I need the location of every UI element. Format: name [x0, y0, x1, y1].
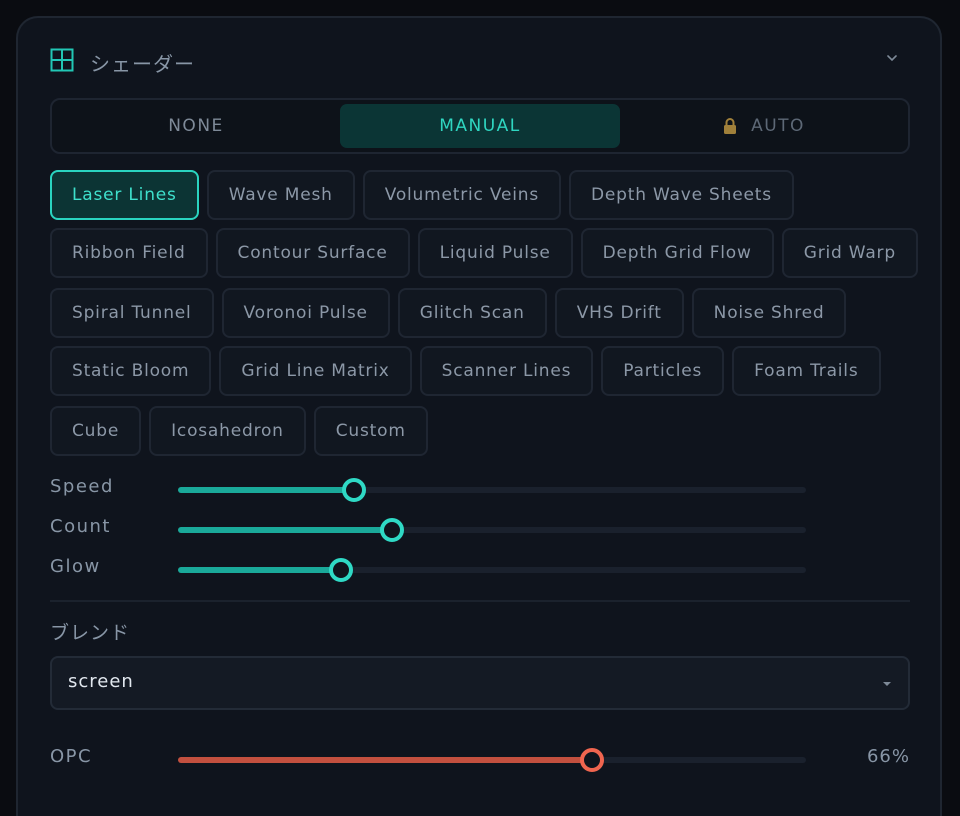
preset-chip[interactable]: Grid Warp: [781, 228, 918, 278]
preset-chip[interactable]: Scanner Lines: [419, 346, 594, 396]
speed-slider-handle[interactable]: [341, 478, 366, 502]
preset-chip[interactable]: Ribbon Field: [50, 228, 208, 278]
panel-title: シェーダー: [90, 52, 195, 76]
preset-chip[interactable]: Glitch Scan: [397, 288, 547, 338]
count-slider-track[interactable]: [178, 518, 806, 542]
glow-slider-row: Glow: [50, 554, 910, 584]
speed-slider-track[interactable]: [178, 478, 806, 502]
mode-manual-label: MANUAL: [439, 116, 521, 136]
preset-chip[interactable]: Wave Mesh: [206, 170, 355, 220]
opacity-slider-track[interactable]: [178, 748, 806, 772]
panel-header: シェーダー: [50, 46, 910, 76]
grid-icon: [50, 48, 74, 72]
mode-selector: NONE MANUAL AUTO: [50, 98, 910, 154]
opacity-label: OPC: [50, 746, 93, 767]
preset-chip[interactable]: Static Bloom: [50, 346, 212, 396]
preset-chip[interactable]: Voronoi Pulse: [221, 288, 390, 338]
preset-chip[interactable]: Liquid Pulse: [417, 228, 573, 278]
preset-row: Cube Icosahedron Custom: [50, 406, 428, 456]
mode-manual-button[interactable]: MANUAL: [340, 104, 620, 148]
count-slider-row: Count: [50, 514, 910, 544]
glow-slider-fill: [178, 567, 342, 573]
count-slider-handle[interactable]: [379, 518, 404, 542]
blend-mode-value: screen: [68, 671, 134, 692]
preset-chip[interactable]: Laser Lines: [50, 170, 199, 220]
lock-icon: [724, 118, 737, 134]
chevron-down-icon[interactable]: [884, 50, 900, 66]
mode-none-label: NONE: [168, 116, 224, 136]
mode-auto-button[interactable]: AUTO: [624, 104, 904, 148]
glow-slider-handle[interactable]: [329, 558, 354, 582]
section-divider: [50, 600, 910, 602]
glow-slider-track[interactable]: [178, 558, 806, 582]
glow-label: Glow: [50, 556, 101, 577]
speed-slider-fill: [178, 487, 354, 493]
preset-chip[interactable]: Spiral Tunnel: [50, 288, 214, 338]
preset-chip[interactable]: Depth Grid Flow: [580, 228, 774, 278]
count-slider-fill: [178, 527, 392, 533]
preset-chip[interactable]: Foam Trails: [732, 346, 881, 396]
blend-mode-select[interactable]: screen: [50, 656, 910, 710]
preset-chip[interactable]: Grid Line Matrix: [219, 346, 412, 396]
opacity-slider-row: OPC 66%: [50, 744, 910, 774]
preset-chip[interactable]: Contour Surface: [215, 228, 410, 278]
preset-chip[interactable]: Custom: [313, 406, 428, 456]
speed-slider-row: Speed: [50, 474, 910, 504]
opacity-slider-fill: [178, 757, 593, 763]
preset-row: Spiral Tunnel Voronoi Pulse Glitch Scan …: [50, 288, 847, 338]
preset-chip[interactable]: Particles: [601, 346, 725, 396]
preset-row: Static Bloom Grid Line Matrix Scanner Li…: [50, 346, 881, 396]
preset-row: Laser Lines Wave Mesh Volumetric Veins D…: [50, 170, 794, 220]
preset-chip[interactable]: Depth Wave Sheets: [569, 170, 794, 220]
preset-chip[interactable]: Icosahedron: [149, 406, 306, 456]
preset-chip[interactable]: Volumetric Veins: [362, 170, 561, 220]
blend-label: ブレンド: [50, 622, 131, 644]
speed-label: Speed: [50, 476, 114, 497]
count-label: Count: [50, 516, 111, 537]
opacity-slider-handle[interactable]: [580, 748, 605, 772]
preset-chip[interactable]: VHS Drift: [554, 288, 684, 338]
preset-chip[interactable]: Noise Shred: [691, 288, 847, 338]
caret-down-icon: [883, 682, 891, 686]
mode-auto-label: AUTO: [751, 116, 805, 136]
opacity-value: 66%: [866, 746, 910, 767]
mode-none-button[interactable]: NONE: [56, 104, 336, 148]
preset-row: Ribbon Field Contour Surface Liquid Puls…: [50, 228, 918, 278]
preset-chip[interactable]: Cube: [50, 406, 142, 456]
